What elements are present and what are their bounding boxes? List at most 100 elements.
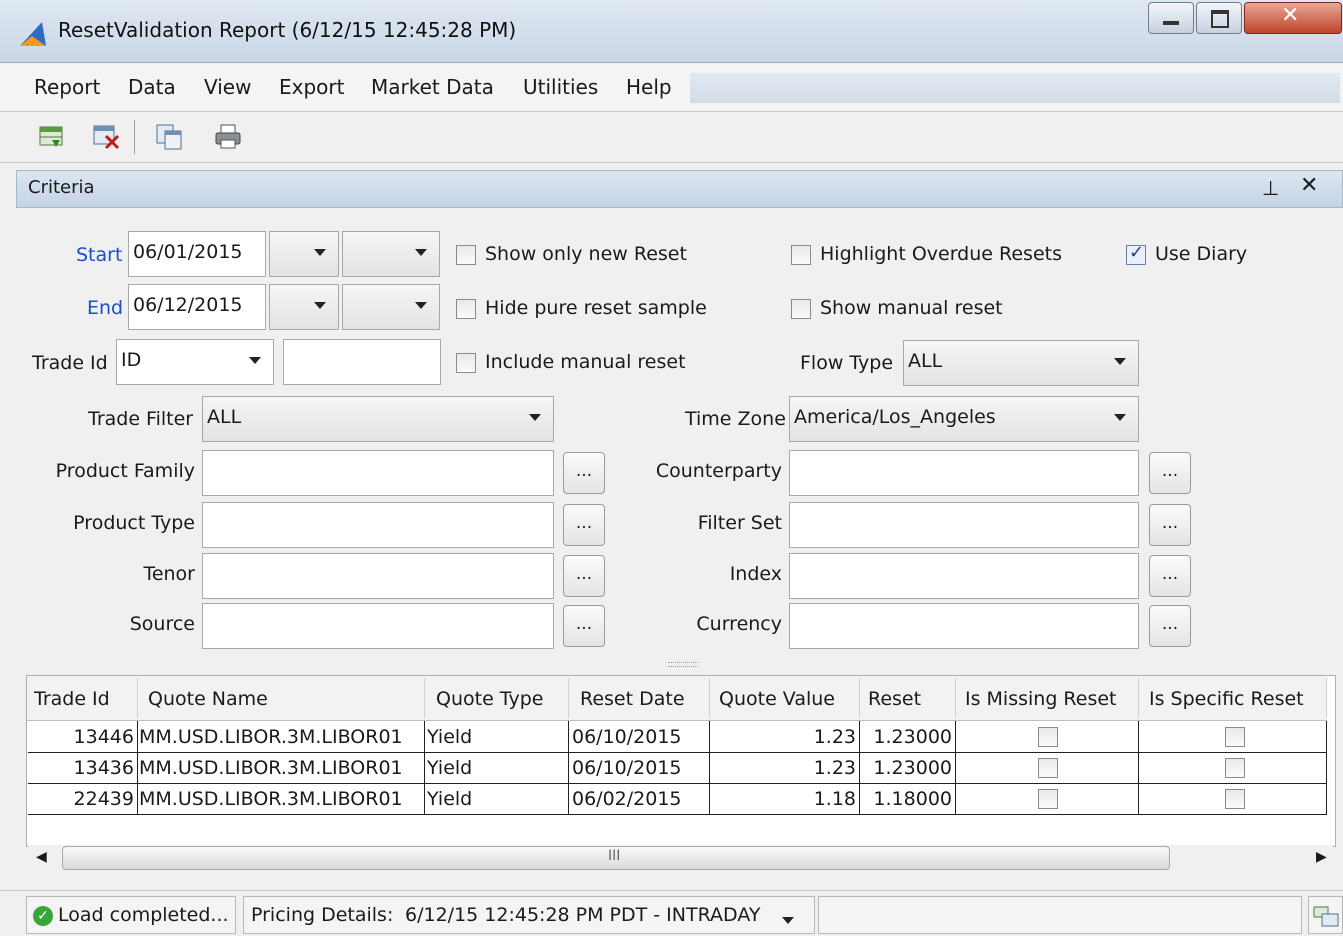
quote-type-cell: Yield (427, 726, 473, 748)
chevron-down-icon (249, 357, 261, 364)
close-window-button[interactable]: ✕ (1244, 2, 1342, 34)
reset-date-cell: 06/02/2015 (572, 788, 682, 810)
reset-cell: 1.23000 (873, 726, 952, 748)
product-type-browse-button[interactable]: ... (563, 504, 605, 546)
is-missing-reset-checkbox[interactable] (1038, 789, 1058, 809)
column-separator[interactable] (568, 678, 569, 718)
print-icon[interactable] (214, 122, 242, 150)
pin-icon[interactable]: ⊥ (1262, 176, 1279, 200)
time-zone-label: Time Zone (685, 408, 786, 430)
load-status-text: Load completed... (58, 904, 229, 926)
tenor-label: Tenor (143, 563, 195, 585)
quote-type-cell: Yield (427, 757, 473, 779)
quote-type-cell: Yield (427, 788, 473, 810)
column-separator[interactable] (1326, 678, 1327, 718)
product-family-browse-button[interactable]: ... (563, 452, 605, 494)
currency-browse-button[interactable]: ... (1149, 605, 1191, 647)
currency-label: Currency (696, 613, 782, 635)
end-time-dropdown[interactable] (269, 284, 339, 330)
column-header-reset[interactable]: Reset (868, 688, 921, 710)
menu-data[interactable]: Data (128, 75, 176, 99)
is-missing-reset-checkbox[interactable] (1038, 727, 1058, 747)
column-header-quote-name[interactable]: Quote Name (148, 688, 268, 710)
column-separator[interactable] (955, 678, 956, 718)
column-header-quote-value[interactable]: Quote Value (719, 688, 835, 710)
status-empty-panel (818, 896, 1302, 934)
start-time-dropdown[interactable] (269, 231, 339, 277)
product-type-input[interactable] (202, 502, 554, 548)
is-specific-reset-checkbox[interactable] (1225, 758, 1245, 778)
source-input[interactable] (202, 603, 554, 649)
start-offset-dropdown[interactable] (342, 231, 440, 277)
pricing-details-dropdown-icon[interactable] (782, 917, 794, 924)
trade-filter-dropdown[interactable]: ALL (202, 396, 554, 442)
hide-pure-reset-sample-checkbox[interactable] (456, 299, 476, 319)
product-family-input[interactable] (202, 450, 554, 496)
time-zone-dropdown[interactable]: America/Los_Angeles (789, 396, 1139, 442)
scroll-right-icon[interactable]: ▶ (1316, 849, 1327, 865)
include-manual-reset-checkbox[interactable] (456, 353, 476, 373)
column-separator[interactable] (859, 678, 860, 718)
trade-id-cell: 13436 (73, 757, 134, 779)
trade-id-input[interactable] (283, 339, 441, 385)
windows-icon[interactable] (1313, 906, 1339, 928)
end-offset-dropdown[interactable] (342, 284, 440, 330)
menu-export[interactable]: Export (279, 75, 344, 99)
quote-value-cell: 1.23 (813, 726, 856, 748)
menu-utilities[interactable]: Utilities (523, 75, 598, 99)
column-separator[interactable] (709, 678, 710, 718)
end-date-input[interactable]: 06/12/2015 (128, 284, 266, 330)
start-date-input[interactable]: 06/01/2015 (128, 231, 266, 277)
column-header-quote-type[interactable]: Quote Type (436, 688, 543, 710)
counterparty-input[interactable] (789, 450, 1139, 496)
is-specific-reset-checkbox[interactable] (1225, 727, 1245, 747)
splitter-handle[interactable] (668, 662, 698, 667)
filter-set-browse-button[interactable]: ... (1149, 504, 1191, 546)
clear-report-icon[interactable] (92, 122, 120, 150)
menu-report[interactable]: Report (34, 75, 100, 99)
flow-type-label: Flow Type (800, 352, 894, 374)
index-browse-button[interactable]: ... (1149, 555, 1191, 597)
close-panel-icon[interactable]: ✕ (1300, 173, 1318, 198)
is-missing-reset-checkbox[interactable] (1038, 758, 1058, 778)
tenor-input[interactable] (202, 553, 554, 599)
column-separator[interactable] (424, 678, 425, 718)
menu-market-data[interactable]: Market Data (371, 75, 494, 99)
highlight-overdue-resets-checkbox[interactable] (791, 245, 811, 265)
quote-value-cell: 1.18 (813, 788, 856, 810)
show-only-new-reset-checkbox[interactable] (456, 245, 476, 265)
index-input[interactable] (789, 553, 1139, 599)
flow-type-dropdown[interactable]: ALL (903, 340, 1139, 386)
column-header-reset-date[interactable]: Reset Date (580, 688, 685, 710)
source-browse-button[interactable]: ... (563, 605, 605, 647)
show-manual-reset-checkbox[interactable] (791, 299, 811, 319)
show-only-new-reset-label: Show only new Reset (485, 243, 687, 265)
quote-name-cell: MM.USD.LIBOR.3M.LIBOR01 (139, 788, 403, 810)
currency-input[interactable] (789, 603, 1139, 649)
use-diary-checkbox[interactable]: ✓ (1126, 242, 1146, 265)
load-report-icon[interactable] (38, 122, 66, 150)
menu-view[interactable]: View (204, 75, 251, 99)
column-header-trade-id[interactable]: Trade Id (34, 688, 110, 710)
column-separator[interactable] (1138, 678, 1139, 718)
column-header-is-missing-reset[interactable]: Is Missing Reset (965, 688, 1117, 710)
column-separator[interactable] (137, 678, 138, 718)
menu-bar-background (690, 73, 1340, 103)
criteria-panel-header (16, 170, 1343, 208)
trade-filter-label: Trade Filter (88, 408, 194, 430)
column-header-is-specific-reset[interactable]: Is Specific Reset (1149, 688, 1304, 710)
include-manual-reset-label: Include manual reset (485, 351, 686, 373)
is-specific-reset-checkbox[interactable] (1225, 789, 1245, 809)
report-template-icon[interactable] (155, 122, 183, 150)
flow-type-value: ALL (908, 350, 943, 372)
trade-id-type-dropdown[interactable]: ID (116, 339, 274, 385)
scroll-left-icon[interactable]: ◀ (36, 849, 47, 865)
minimize-button[interactable] (1148, 2, 1194, 34)
menu-help[interactable]: Help (626, 75, 672, 99)
maximize-icon (1211, 10, 1229, 28)
tenor-browse-button[interactable]: ... (563, 555, 605, 597)
grid-line (28, 814, 1326, 815)
counterparty-browse-button[interactable]: ... (1149, 452, 1191, 494)
maximize-button[interactable] (1196, 2, 1242, 34)
filter-set-input[interactable] (789, 502, 1139, 548)
